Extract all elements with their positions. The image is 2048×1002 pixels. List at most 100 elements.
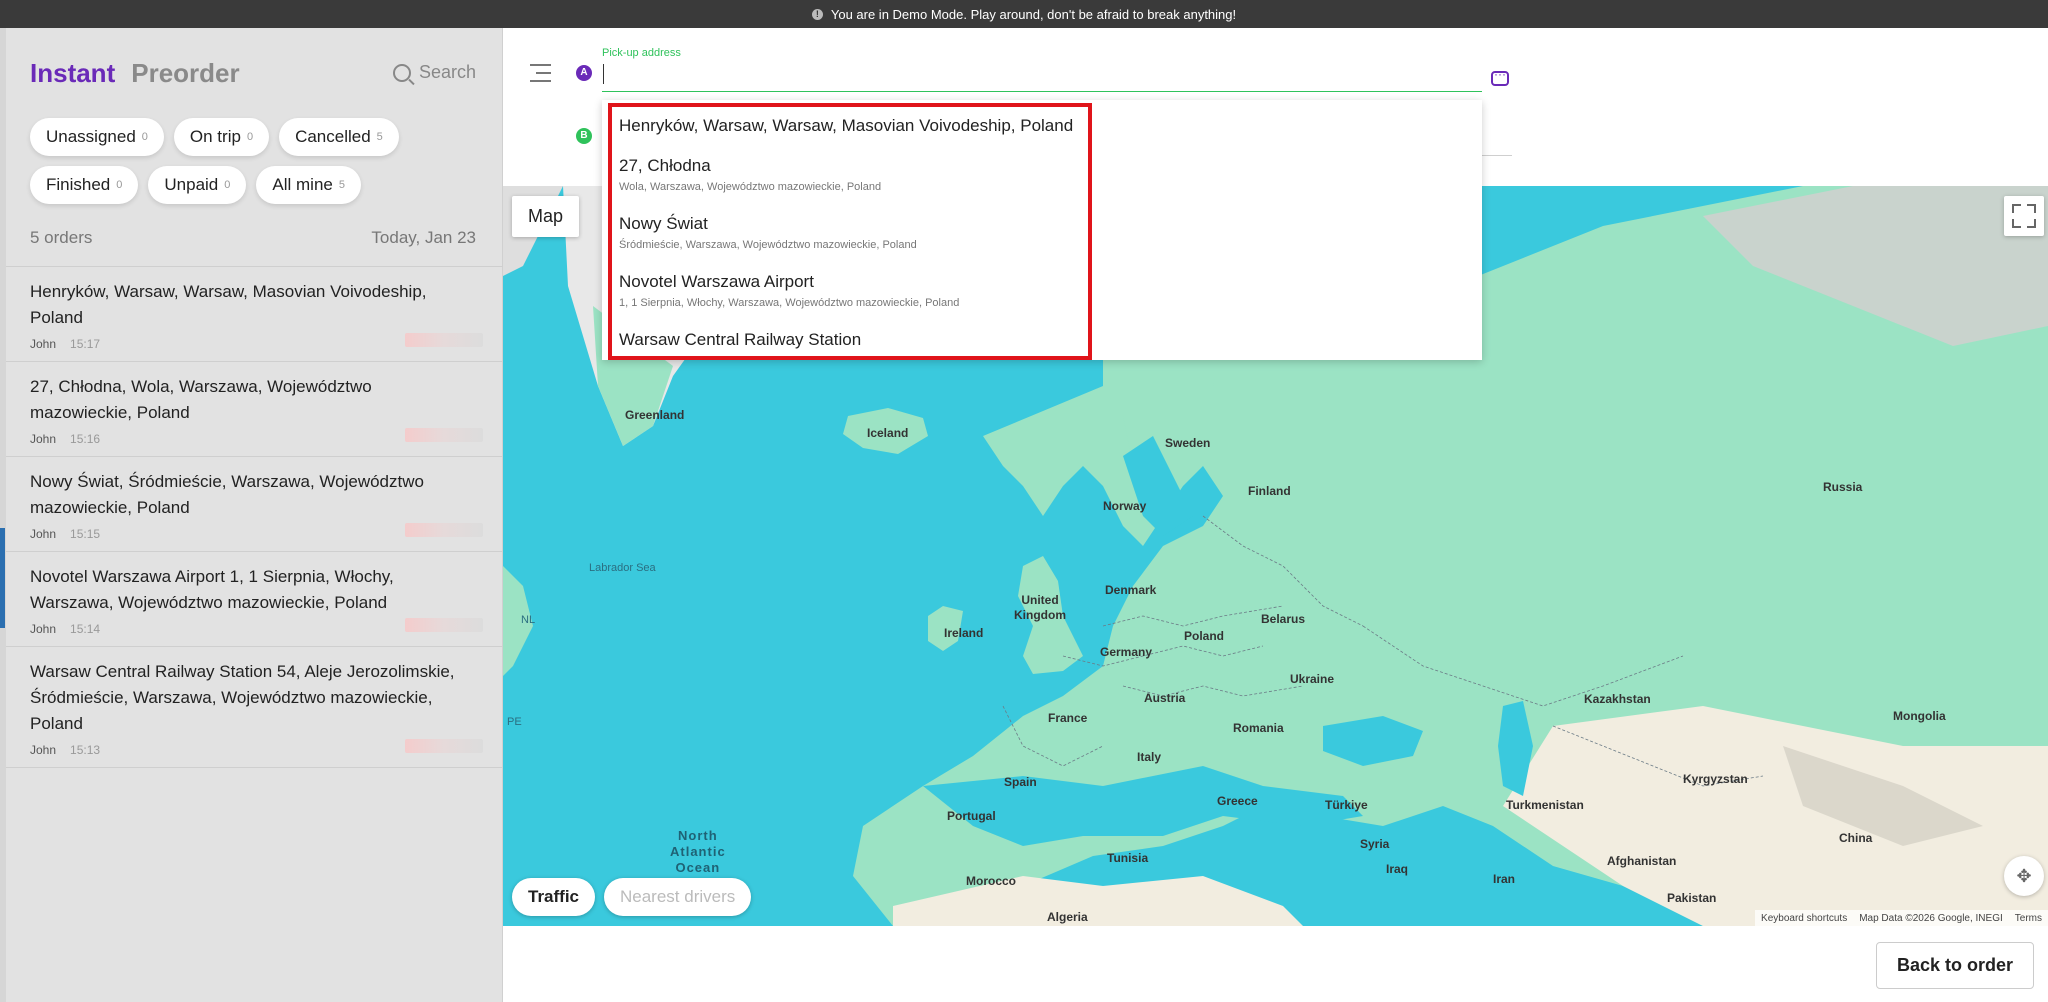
order-row[interactable]: Nowy Świat, Śródmieście, Warszawa, Wojew…	[6, 457, 503, 552]
order-time: 15:16	[70, 432, 101, 446]
back-to-order-button[interactable]: Back to order	[1875, 942, 2034, 989]
fullscreen-icon[interactable]	[2004, 196, 2044, 236]
map-label-kyrgyzstan: Kyrgyzstan	[1683, 772, 1748, 786]
order-row[interactable]: 27, Chłodna, Wola, Warszawa, Województwo…	[6, 362, 503, 457]
order-address: Novotel Warszawa Airport 1, 1 Sierpnia, …	[30, 567, 394, 612]
filter-label: Unassigned	[46, 127, 136, 146]
filter-count: 5	[338, 179, 345, 191]
filter-count: 0	[246, 131, 254, 143]
order-status-bar	[405, 333, 483, 347]
filter-label: All mine	[272, 175, 333, 194]
map-label-afghanistan: Afghanistan	[1607, 854, 1677, 868]
map-label-turkmenistan: Turkmenistan	[1506, 798, 1584, 812]
order-address: 27, Chłodna, Wola, Warszawa, Województwo…	[30, 377, 372, 422]
filter-on-trip[interactable]: On trip 0	[173, 118, 270, 156]
order-row[interactable]: Henryków, Warsaw, Warsaw, Masovian Voivo…	[6, 267, 503, 362]
filter-count: 0	[141, 131, 148, 143]
map-label-italy: Italy	[1137, 750, 1162, 764]
search-label: Search	[418, 62, 476, 82]
order-user: John	[30, 622, 57, 636]
order-user: John	[30, 337, 57, 351]
mode-tabs: Instant Preorder	[30, 58, 240, 89]
map-label-algeria: Algeria	[1047, 910, 1088, 924]
compass-icon[interactable]: ✥	[2004, 856, 2044, 896]
footer: Back to order	[503, 926, 2048, 1002]
order-time: 15:14	[70, 622, 101, 636]
terms-link[interactable]: Terms	[2015, 913, 2042, 924]
search-button[interactable]: Search	[392, 62, 476, 83]
map-label-belarus: Belarus	[1261, 612, 1306, 626]
traffic-button[interactable]: Traffic	[512, 878, 596, 916]
map-label-sweden: Sweden	[1165, 436, 1211, 450]
map-label-denmark: Denmark	[1105, 583, 1157, 597]
orders-count: 5 orders	[30, 228, 93, 247]
pickup-address-input[interactable]	[602, 62, 1482, 92]
filter-unassigned[interactable]: Unassigned 0	[30, 118, 164, 156]
map-label-ireland: Ireland	[944, 626, 984, 640]
order-status-bar	[405, 739, 483, 753]
map-label-spain: Spain	[1004, 775, 1037, 789]
map-label-germany: Germany	[1100, 645, 1153, 659]
sidebar-scroll-marker	[0, 528, 5, 628]
map-attribution: Keyboard shortcuts Map Data ©2026 Google…	[1755, 910, 2048, 926]
orders-date: Today, Jan 23	[371, 228, 476, 247]
map-label-russia: Russia	[1823, 480, 1863, 494]
order-time: 15:13	[70, 743, 101, 757]
map-label-finland: Finland	[1248, 484, 1291, 498]
map-label-morocco: Morocco	[966, 874, 1017, 888]
tab-instant[interactable]: Instant	[30, 58, 115, 89]
pickup-label: Pick-up address	[602, 47, 681, 59]
map-label-turkiye: Türkiye	[1325, 798, 1368, 812]
keyboard-shortcuts-link[interactable]: Keyboard shortcuts	[1761, 913, 1847, 924]
info-icon: !	[811, 8, 823, 20]
order-time: 15:17	[70, 337, 101, 351]
text-caret	[603, 64, 604, 84]
pickup-pin-icon: A	[576, 65, 592, 81]
nearest-drivers-button[interactable]: Nearest drivers	[604, 878, 752, 916]
map-label-greece: Greece	[1217, 794, 1258, 808]
order-row[interactable]: Warsaw Central Railway Station 54, Aleje…	[6, 647, 503, 768]
order-address: Warsaw Central Railway Station 54, Aleje…	[30, 662, 455, 733]
order-user: John	[30, 743, 57, 757]
suggestions-highlight-box	[608, 103, 1092, 360]
map-label-kazakhstan: Kazakhstan	[1584, 692, 1651, 706]
orders-header: 5 orders Today, Jan 23	[30, 228, 476, 248]
map-data-credit: Map Data ©2026 Google, INEGI	[1859, 912, 2003, 924]
map-label-nl: NL	[521, 614, 536, 626]
order-list: Henryków, Warsaw, Warsaw, Masovian Voivo…	[6, 266, 503, 768]
order-address: Henryków, Warsaw, Warsaw, Masovian Voivo…	[30, 282, 427, 327]
filter-all-mine[interactable]: All mine 5	[256, 166, 361, 204]
map-label-greenland: Greenland	[625, 408, 685, 422]
order-address: Nowy Świat, Śródmieście, Warszawa, Wojew…	[30, 472, 424, 517]
filter-cancelled[interactable]: Cancelled 5	[279, 118, 399, 156]
filter-count: 0	[116, 179, 123, 191]
map-label-pakistan: Pakistan	[1667, 891, 1717, 905]
filter-unpaid[interactable]: Unpaid 0	[148, 166, 247, 204]
order-status-bar	[405, 618, 483, 632]
map-label-iraq: Iraq	[1386, 862, 1409, 876]
map-label-pe: PE	[507, 716, 522, 728]
comment-icon[interactable]	[1491, 67, 1509, 86]
map-type-button[interactable]: Map	[512, 196, 580, 237]
order-status-bar	[405, 428, 483, 442]
map-label-romania: Romania	[1233, 721, 1284, 735]
map-label-labrador-sea: Labrador Sea	[589, 562, 656, 574]
filter-label: Finished	[46, 175, 111, 194]
map-label-mongolia: Mongolia	[1893, 709, 1946, 723]
filter-count: 0	[224, 179, 231, 191]
map-label-iran: Iran	[1493, 872, 1516, 886]
order-user: John	[30, 432, 57, 446]
map-label-north-atlantic: North Atlantic Ocean	[670, 828, 726, 875]
order-row[interactable]: Novotel Warszawa Airport 1, 1 Sierpnia, …	[6, 552, 503, 647]
map-label-china: China	[1839, 831, 1873, 845]
menu-collapse-icon[interactable]	[530, 64, 551, 82]
search-icon	[392, 63, 411, 82]
map-label-austria: Austria	[1144, 691, 1186, 705]
map-label-poland: Poland	[1184, 629, 1225, 643]
filter-label: Unpaid	[164, 175, 219, 194]
orders-sidebar: Instant Preorder Search Unassigned 0 On t…	[0, 28, 503, 1002]
destination-pin-icon: B	[576, 128, 592, 144]
map-label-france: France	[1048, 711, 1088, 725]
tab-preorder[interactable]: Preorder	[131, 58, 239, 89]
filter-finished[interactable]: Finished 0	[30, 166, 139, 204]
